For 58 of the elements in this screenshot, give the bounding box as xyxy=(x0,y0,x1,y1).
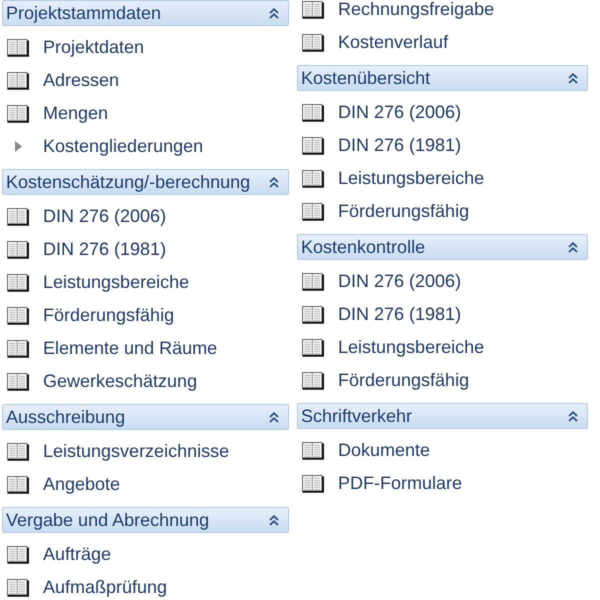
book-icon xyxy=(7,546,29,564)
nav-item[interactable]: Kostengliederungen xyxy=(2,130,289,163)
book-icon xyxy=(7,274,29,292)
book-icon xyxy=(302,306,324,324)
section-header[interactable]: Vergabe und Abrechnung xyxy=(2,507,289,533)
nav-item[interactable]: Aufmaßprüfung xyxy=(2,571,289,600)
section-header[interactable]: Schriftverkehr xyxy=(297,403,588,429)
nav-item[interactable]: PDF-Formulare xyxy=(297,467,588,500)
nav-item[interactable]: Angebote xyxy=(2,468,289,501)
nav-item[interactable]: Leistungsbereiche xyxy=(297,162,588,195)
book-icon xyxy=(302,104,324,122)
nav-item[interactable]: DIN 276 (1981) xyxy=(297,298,588,331)
book-icon xyxy=(7,240,29,258)
book-icon xyxy=(302,442,324,460)
book-icon xyxy=(7,372,29,390)
nav-item[interactable]: DIN 276 (2006) xyxy=(297,265,588,298)
book-icon xyxy=(302,34,324,52)
book-icon xyxy=(7,340,29,358)
book-icon xyxy=(302,0,324,18)
nav-item[interactable]: DIN 276 (2006) xyxy=(297,96,588,129)
nav-item[interactable]: Elemente und Räume xyxy=(2,332,289,365)
book-icon xyxy=(302,474,324,492)
section-header[interactable]: Kostenübersicht xyxy=(297,65,588,91)
nav-item[interactable]: DIN 276 (1981) xyxy=(2,233,289,266)
book-icon xyxy=(302,338,324,356)
nav-item[interactable]: Förderungsfähig xyxy=(297,364,588,397)
book-icon xyxy=(7,476,29,494)
nav-item[interactable]: Mengen xyxy=(2,97,289,130)
book-icon xyxy=(302,136,324,154)
nav-item[interactable]: Leistungsverzeichnisse xyxy=(2,435,289,468)
nav-item[interactable]: Förderungsfähig xyxy=(297,195,588,228)
book-icon xyxy=(7,306,29,324)
nav-item[interactable]: Aufträge xyxy=(2,538,289,571)
nav-item[interactable]: Leistungsbereiche xyxy=(2,266,289,299)
book-icon xyxy=(7,104,29,122)
nav-item[interactable]: Kostenverlauf xyxy=(297,26,588,59)
book-icon xyxy=(302,202,324,220)
section-header[interactable]: Projektstammdaten xyxy=(2,0,289,26)
book-icon xyxy=(302,170,324,188)
nav-item[interactable]: Dokumente xyxy=(297,434,588,467)
book-icon xyxy=(302,272,324,290)
section-header[interactable]: Ausschreibung xyxy=(2,404,289,430)
book-icon xyxy=(7,442,29,460)
section-header[interactable]: Kostenschätzung/-berechnung xyxy=(2,169,289,195)
nav-item[interactable]: Förderungsfähig xyxy=(2,299,289,332)
nav-item[interactable]: Rechnungsfreigabe xyxy=(297,0,588,26)
nav-item[interactable]: Gewerkeschätzung xyxy=(2,365,289,398)
nav-item[interactable]: Projektdaten xyxy=(2,31,289,64)
book-icon xyxy=(302,372,324,390)
book-icon xyxy=(7,72,29,90)
nav-item[interactable]: Adressen xyxy=(2,64,289,97)
nav-item[interactable]: DIN 276 (1981) xyxy=(297,129,588,162)
section-header[interactable]: Kostenkontrolle xyxy=(297,234,588,260)
book-icon xyxy=(7,208,29,226)
nav-item[interactable]: Leistungsbereiche xyxy=(297,331,588,364)
nav-item[interactable]: DIN 276 (2006) xyxy=(2,200,289,233)
book-icon xyxy=(7,578,29,596)
book-icon xyxy=(7,38,29,56)
